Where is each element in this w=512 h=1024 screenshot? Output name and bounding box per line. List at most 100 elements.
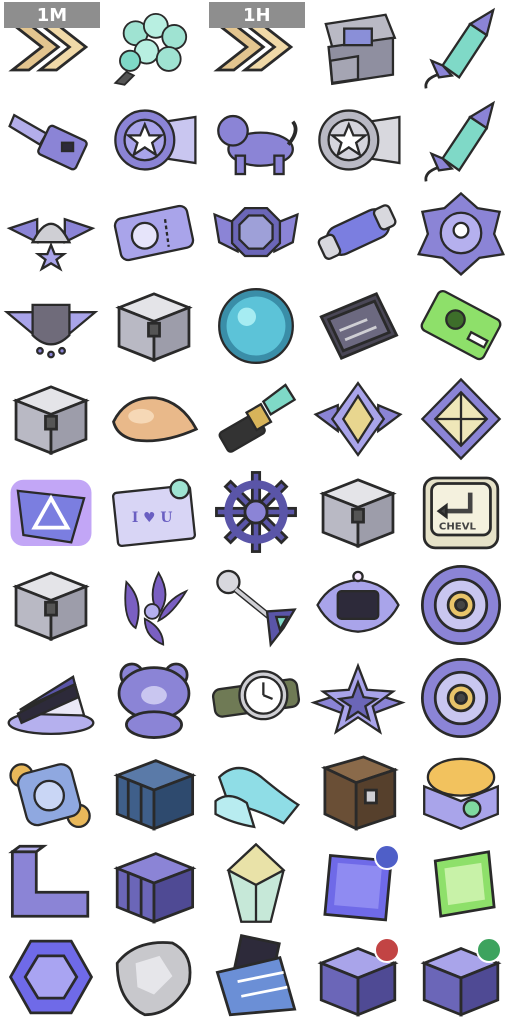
ship-wheel[interactable] bbox=[205, 465, 307, 558]
lbar-icon bbox=[8, 845, 90, 918]
floral-emblem-icon bbox=[416, 191, 505, 276]
bouquet-icon bbox=[113, 12, 187, 86]
hexagon-gem-icon bbox=[9, 940, 94, 1015]
purple-star-medal[interactable] bbox=[102, 93, 204, 186]
winged-star-badge[interactable] bbox=[307, 652, 409, 745]
lipstick-icon bbox=[218, 383, 297, 453]
teardrop-icon bbox=[111, 396, 198, 443]
element-badge-icon bbox=[475, 936, 502, 963]
rainbow-crystal[interactable] bbox=[205, 838, 307, 931]
ship-wheel-icon bbox=[215, 470, 297, 553]
keyboard-key[interactable]: CHEVL bbox=[410, 465, 512, 558]
love-postcard[interactable]: I ♥ U bbox=[102, 465, 204, 558]
winged-helmet-badge[interactable] bbox=[0, 186, 102, 279]
vault-dial[interactable] bbox=[410, 558, 512, 651]
chest-icon bbox=[114, 292, 193, 362]
winged-octagon-badge[interactable] bbox=[205, 186, 307, 279]
nugget-box-icon bbox=[422, 757, 499, 831]
usb-key[interactable] bbox=[0, 93, 102, 186]
striped-chest[interactable] bbox=[102, 838, 204, 931]
winged-shield-icon bbox=[3, 303, 99, 359]
diamond-emblem[interactable] bbox=[410, 372, 512, 465]
chest-icon bbox=[12, 571, 90, 642]
chocolate-bar[interactable] bbox=[205, 931, 307, 1024]
gold-coin-bag[interactable] bbox=[0, 745, 102, 838]
ticket-icon bbox=[113, 204, 194, 261]
keyboard-key-icon: CHEVL bbox=[422, 476, 499, 550]
purple-lbar[interactable] bbox=[0, 838, 102, 931]
purple-flower-bunch[interactable] bbox=[102, 558, 204, 651]
glass-slippers[interactable] bbox=[205, 745, 307, 838]
bear-jelly-icon bbox=[117, 662, 190, 740]
key-icon bbox=[216, 569, 297, 648]
chocolate-bar-icon bbox=[215, 934, 297, 1017]
crystal-icon bbox=[226, 843, 286, 924]
amber-teardrop[interactable] bbox=[102, 372, 204, 465]
speedup-chevrons-1m[interactable]: 1M bbox=[0, 0, 102, 93]
tiger-statue[interactable] bbox=[205, 93, 307, 186]
chest-icon bbox=[319, 478, 398, 548]
energy-capsule[interactable] bbox=[307, 186, 409, 279]
tool-kit-case[interactable] bbox=[307, 279, 409, 372]
silver-star-medal[interactable] bbox=[307, 93, 409, 186]
stone-icon bbox=[115, 941, 191, 1017]
layer-cake-slice[interactable] bbox=[0, 652, 102, 745]
silver-chest[interactable] bbox=[0, 372, 102, 465]
hexagon-gem[interactable] bbox=[0, 931, 102, 1024]
rune-cube[interactable] bbox=[307, 931, 409, 1024]
gold-nugget-box[interactable] bbox=[410, 745, 512, 838]
spiky-teal-orb[interactable] bbox=[205, 279, 307, 372]
silver-chest[interactable] bbox=[307, 465, 409, 558]
element-badge-icon bbox=[373, 936, 400, 963]
cube-gem-icon bbox=[433, 850, 496, 919]
usb-key-icon bbox=[8, 113, 88, 171]
striped-chest[interactable] bbox=[102, 745, 204, 838]
winged-shield-badge[interactable] bbox=[0, 279, 102, 372]
star-medal-icon bbox=[113, 109, 197, 171]
cake-slice-icon bbox=[7, 675, 95, 736]
watch-icon bbox=[211, 670, 300, 721]
silver-stone[interactable] bbox=[102, 931, 204, 1024]
rocket-icon bbox=[424, 7, 495, 89]
silver-chest[interactable] bbox=[0, 558, 102, 651]
chest-icon bbox=[12, 385, 90, 455]
rune-cube[interactable] bbox=[410, 931, 512, 1024]
bear-jelly[interactable] bbox=[102, 652, 204, 745]
glowing-triangle-shard[interactable] bbox=[0, 465, 102, 558]
coin-bag-icon bbox=[9, 763, 91, 829]
postcard-text: I ♥ U bbox=[131, 510, 171, 526]
crystal-emblem[interactable] bbox=[307, 372, 409, 465]
triangle-shard-icon bbox=[10, 479, 92, 546]
teal-lipstick[interactable] bbox=[205, 372, 307, 465]
crystal-emblem-icon bbox=[313, 380, 403, 457]
open-treasure-chest[interactable] bbox=[307, 0, 409, 93]
ornate-key[interactable] bbox=[205, 558, 307, 651]
key-label: CHEVL bbox=[439, 521, 477, 532]
silver-chest[interactable] bbox=[102, 279, 204, 372]
glowing-mirror-frame[interactable] bbox=[307, 558, 409, 651]
green-ticket-icon bbox=[420, 289, 502, 360]
rocket-firework[interactable] bbox=[410, 0, 512, 93]
wooden-chest[interactable] bbox=[307, 745, 409, 838]
striped-chest-icon bbox=[112, 759, 197, 831]
diamond-emblem-icon bbox=[420, 377, 501, 461]
green-ticket[interactable] bbox=[410, 279, 512, 372]
rocket-firework[interactable] bbox=[410, 93, 512, 186]
floral-emblem[interactable] bbox=[410, 186, 512, 279]
purple-cube-gem[interactable] bbox=[307, 838, 409, 931]
ticket-voucher[interactable] bbox=[102, 186, 204, 279]
speedup-tag-1h: 1H bbox=[208, 2, 305, 28]
element-badge-icon bbox=[373, 843, 400, 870]
mirror-frame-icon bbox=[316, 570, 401, 633]
green-cube-gem[interactable] bbox=[410, 838, 512, 931]
wristwatch[interactable] bbox=[205, 652, 307, 745]
vault-dial[interactable] bbox=[410, 652, 512, 745]
capsule-icon bbox=[318, 203, 397, 260]
toolkit-icon bbox=[319, 291, 399, 360]
rocket-icon bbox=[424, 100, 495, 182]
star-medal-icon bbox=[318, 109, 401, 171]
speedup-chevrons-1h[interactable]: 1H bbox=[205, 0, 307, 93]
striped-chest-icon bbox=[112, 852, 197, 924]
tiger-statue-icon bbox=[217, 114, 298, 175]
teal-rose-bouquet[interactable] bbox=[102, 0, 204, 93]
